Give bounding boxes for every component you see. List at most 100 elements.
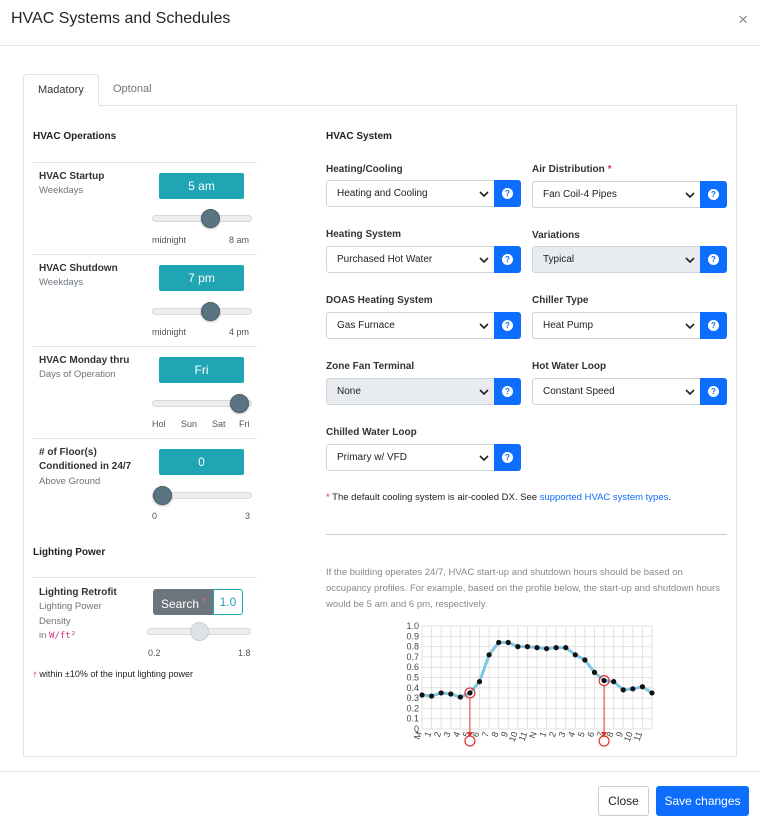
help-icon: ? [502,188,513,199]
variations-label: Variations [532,230,580,241]
divider [33,577,257,578]
tab-optional[interactable]: Optonal [99,74,166,106]
heating-cooling-help-button[interactable]: ? [494,180,521,207]
data-point [496,639,502,646]
default-cooling-note: * The default cooling system is air-cool… [326,492,671,503]
chevron-down-icon [685,192,695,199]
help-icon: ? [502,452,513,463]
data-point [534,645,540,651]
variations-select[interactable]: Typical [532,246,701,273]
chevron-down-icon [685,389,695,396]
days-tick-hol: Hol [152,419,166,429]
shutdown-slider-handle[interactable] [201,302,220,321]
days-sub: Days of Operation [39,369,116,380]
data-point [486,652,492,658]
hot-water-loop-label: Hot Water Loop [532,361,607,372]
divider [33,162,257,163]
floors-sub: Above Ground [39,476,101,487]
lighting-unit-line: in W/ft² [39,629,76,643]
startup-value: 5 am [159,173,244,199]
doas-heating-select[interactable]: Gas Furnace [326,312,495,339]
lighting-unit-prefix: in [39,630,47,641]
y-tick-label: 0.6 [406,662,419,672]
shutdown-min: midnight [152,327,187,337]
lighting-sub2: Density [39,616,71,627]
doas-heating-label: DOAS Heating System [326,295,433,306]
help-icon: ? [502,320,513,331]
lighting-slider-handle[interactable] [190,622,209,641]
data-point [467,690,473,696]
lighting-sub1: Lighting Power [39,601,102,612]
days-tick-sun: Sun [181,419,198,429]
data-point [553,645,559,651]
data-point [620,687,626,693]
chevron-down-icon [479,389,489,396]
startup-max: 8 am [229,235,250,245]
heating-system-select[interactable]: Purchased Hot Water [326,246,495,273]
variations-help-button[interactable]: ? [700,246,727,273]
chiller-type-label: Chiller Type [532,295,589,306]
hot-water-loop-help-button[interactable]: ? [700,378,727,405]
divider [33,346,257,347]
y-tick-label: 0.7 [406,652,419,662]
data-point [591,669,598,675]
heating-cooling-select[interactable]: Heating and Cooling [326,180,495,207]
chevron-down-icon [479,455,489,462]
shutdown-sub: Weekdays [39,277,84,288]
tab-mandatory[interactable]: Madatory [23,74,99,106]
data-point [457,694,463,700]
zone-fan-select[interactable]: None [326,378,495,405]
floors-max: 3 [245,511,251,521]
doas-heating-help-button[interactable]: ? [494,312,521,339]
data-point [572,652,578,658]
air-distribution-select[interactable]: Fan Coil-4 Pipes [532,181,701,208]
chevron-down-icon [479,191,489,198]
data-point [438,690,444,696]
data-point [639,684,646,690]
floors-min: 0 [152,511,158,521]
data-point [601,677,607,684]
save-button[interactable]: Save changes [656,786,749,816]
heating-cooling-label: Heating/Cooling [326,164,403,175]
zone-fan-label: Zone Fan Terminal [326,361,415,372]
close-button[interactable]: Close [598,786,649,816]
divider [33,438,257,439]
chilled-water-loop-help-button[interactable]: ? [494,444,521,471]
air-distribution-help-button[interactable]: ? [700,181,727,208]
help-icon: ? [708,386,719,397]
occupancy-profile-chart: 00.10.20.30.40.50.60.70.80.91.0M12345678… [406,621,655,747]
hvac-types-link[interactable]: supported HVAC system types [540,492,669,503]
data-point [582,657,588,663]
startup-label: HVAC Startup [39,171,105,182]
divider [326,534,727,535]
data-point [515,644,521,650]
hot-water-loop-select[interactable]: Constant Speed [532,378,701,405]
startup-slider-handle[interactable] [201,209,220,228]
floors-slider-handle[interactable] [153,486,172,505]
y-tick-label: 0.2 [406,703,419,713]
lighting-footnote: † within ±10% of the input lighting powe… [33,669,193,679]
chilled-water-loop-select[interactable]: Primary w/ VFD [326,444,495,471]
heating-system-help-button[interactable]: ? [494,246,521,273]
chiller-type-help-button[interactable]: ? [700,312,727,339]
occupancy-paragraph: If the building operates 24/7, HVAC star… [326,567,720,610]
y-tick-label: 0.4 [406,683,419,693]
close-icon[interactable]: × [738,11,748,28]
divider [33,254,257,255]
lighting-heading: Lighting Power [33,547,106,558]
chevron-down-icon [685,257,695,264]
dialog-header: HVAC Systems and Schedules × [0,0,760,46]
lighting-search-button[interactable]: Search † [153,589,213,615]
y-tick-label: 1.0 [406,621,419,631]
days-slider-handle[interactable] [230,394,249,413]
help-icon: ? [708,320,719,331]
lighting-value[interactable]: 1.0 [213,589,243,615]
dialog-title: HVAC Systems and Schedules [11,10,231,27]
x-tick-label: 11 [632,730,645,742]
floors-value: 0 [159,449,244,475]
data-point [448,691,454,697]
data-point [630,686,636,692]
chiller-type-select[interactable]: Heat Pump [532,312,701,339]
y-tick-label: 0.8 [406,642,419,652]
zone-fan-help-button[interactable]: ? [494,378,521,405]
